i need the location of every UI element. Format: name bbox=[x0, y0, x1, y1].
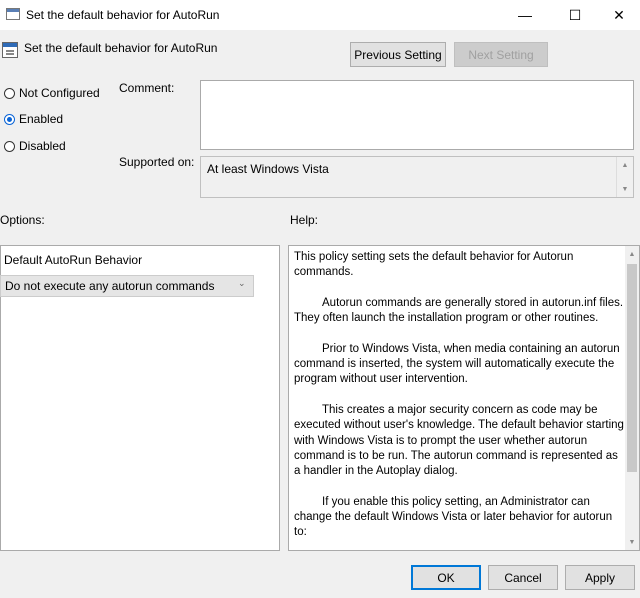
help-paragraph: Autorun commands are generally stored in… bbox=[294, 296, 624, 325]
chevron-down-icon[interactable]: ⌄ bbox=[238, 278, 246, 289]
autorun-behavior-label: Default AutoRun Behavior bbox=[4, 253, 143, 267]
radio-circle[interactable] bbox=[4, 140, 15, 152]
radio-enabled[interactable]: Enabled bbox=[4, 112, 63, 126]
radio-label: Enabled bbox=[19, 112, 64, 126]
minimize-button[interactable]: — bbox=[502, 0, 548, 30]
help-text: This policy setting sets the default beh… bbox=[294, 250, 624, 550]
help-scrollbar[interactable]: ▲ ▼ bbox=[625, 246, 639, 550]
help-paragraph: This creates a major security concern as… bbox=[294, 403, 624, 478]
dropdown-value: Do not execute any autorun commands bbox=[5, 279, 215, 293]
previous-setting-button[interactable]: Previous Setting bbox=[350, 42, 446, 67]
title-bar: Set the default behavior for AutoRun — ☐… bbox=[0, 0, 640, 30]
radio-label: Disabled bbox=[19, 139, 66, 153]
help-paragraph: Prior to Windows Vista, when media conta… bbox=[294, 342, 620, 386]
scroll-down-icon[interactable]: ▼ bbox=[625, 535, 639, 549]
close-button[interactable]: ✕ bbox=[596, 0, 640, 30]
maximize-button[interactable]: ☐ bbox=[552, 0, 598, 30]
window-title: Set the default behavior for AutoRun bbox=[26, 8, 220, 22]
radio-label: Not Configured bbox=[19, 86, 100, 100]
ok-button[interactable]: OK bbox=[411, 565, 481, 590]
apply-button[interactable]: Apply bbox=[565, 565, 635, 590]
scroll-up-icon[interactable]: ▲ bbox=[625, 247, 639, 261]
supported-on-label: Supported on: bbox=[119, 155, 195, 169]
radio-circle[interactable] bbox=[4, 113, 15, 125]
supported-on-field: At least Windows Vista ▲ ▼ bbox=[200, 156, 634, 198]
comment-textarea[interactable] bbox=[200, 80, 634, 150]
comment-label: Comment: bbox=[119, 81, 175, 95]
options-label: Options: bbox=[0, 213, 45, 227]
policy-icon bbox=[6, 8, 20, 20]
help-paragraph: If you enable this policy setting, an Ad… bbox=[294, 495, 613, 539]
next-setting-button[interactable]: Next Setting bbox=[454, 42, 548, 67]
radio-circle[interactable] bbox=[4, 87, 15, 99]
setting-title: Set the default behavior for AutoRun bbox=[24, 41, 218, 55]
policy-icon bbox=[2, 42, 18, 58]
help-label: Help: bbox=[290, 213, 319, 227]
autorun-behavior-dropdown[interactable]: Do not execute any autorun commands bbox=[0, 275, 254, 297]
supported-scrollbar[interactable]: ▲ ▼ bbox=[616, 157, 633, 197]
help-panel: This policy setting sets the default beh… bbox=[288, 245, 640, 551]
scroll-up-icon[interactable]: ▲ bbox=[617, 158, 633, 172]
supported-on-value: At least Windows Vista bbox=[207, 162, 329, 176]
scroll-down-icon[interactable]: ▼ bbox=[617, 182, 633, 196]
cancel-button[interactable]: Cancel bbox=[488, 565, 558, 590]
radio-not-configured[interactable]: Not Configured bbox=[4, 86, 100, 100]
scrollbar-thumb[interactable] bbox=[627, 264, 637, 472]
help-paragraph: This policy setting sets the default beh… bbox=[294, 251, 574, 279]
radio-disabled[interactable]: Disabled bbox=[4, 139, 66, 153]
